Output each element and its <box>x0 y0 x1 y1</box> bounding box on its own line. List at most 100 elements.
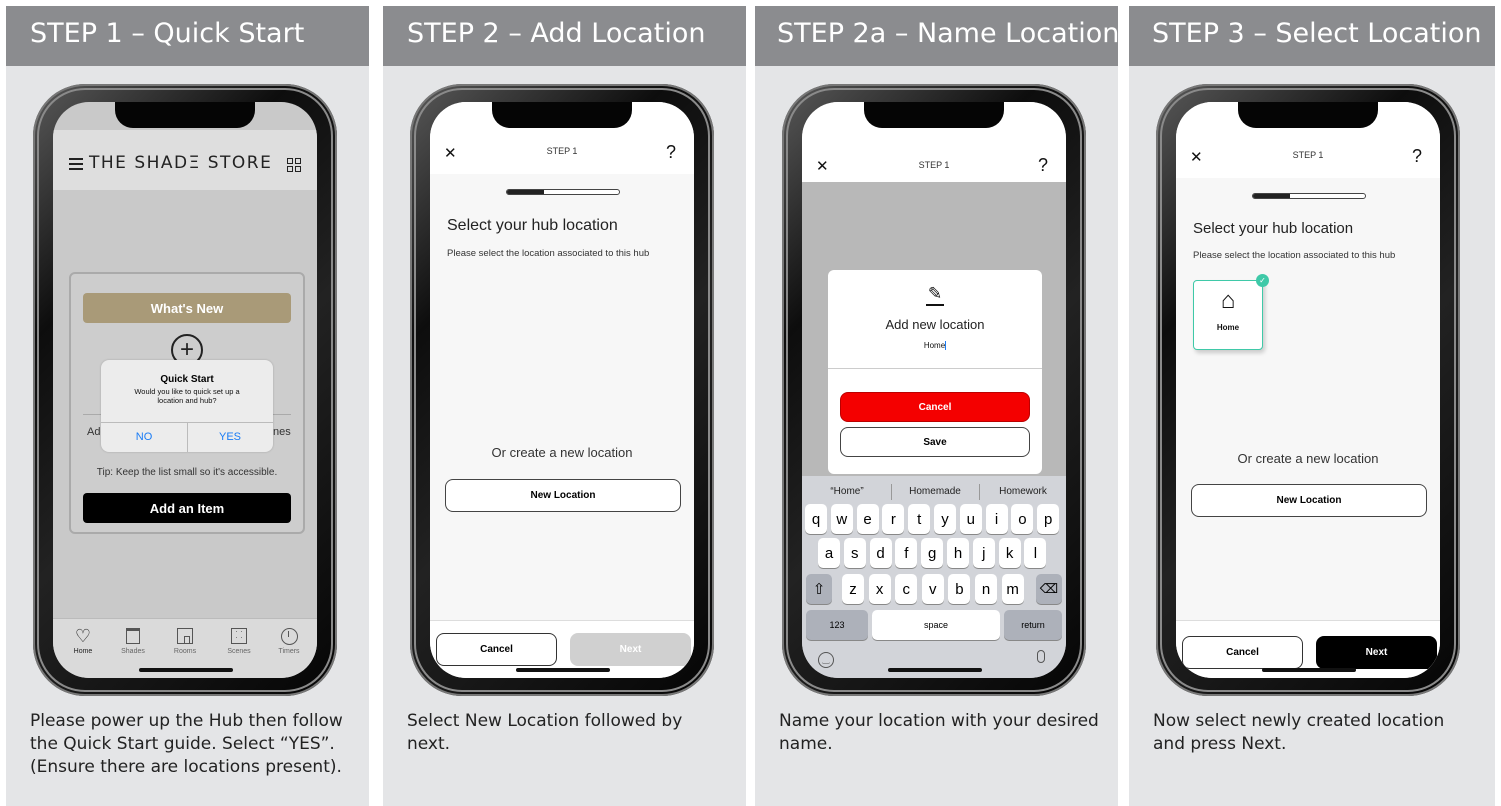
space-key[interactable]: space <box>872 610 1000 640</box>
yes-button[interactable]: YES <box>187 431 273 443</box>
key-j[interactable]: j <box>972 538 995 568</box>
menu-icon[interactable] <box>69 158 83 170</box>
delete-key[interactable]: ⌫ <box>1036 574 1062 604</box>
key-c[interactable]: c <box>895 574 918 604</box>
step-caption: Name your location with your desired nam… <box>779 711 1099 754</box>
help-icon[interactable]: ? <box>1038 155 1048 176</box>
numbers-key[interactable]: 123 <box>806 610 868 640</box>
key-h[interactable]: h <box>947 538 969 568</box>
key-p[interactable]: p <box>1037 504 1060 534</box>
step-panel-1: STEP 1 – Quick Start THE SHADΞ STORE Wha… <box>6 6 369 806</box>
key-a[interactable]: a <box>818 538 840 568</box>
no-button[interactable]: NO <box>101 431 187 443</box>
cancel-button[interactable]: Cancel <box>840 392 1030 422</box>
modal-divider <box>828 368 1042 369</box>
new-location-button[interactable]: New Location <box>445 479 681 512</box>
suggestion-3[interactable]: Homework <box>980 486 1066 497</box>
or-create-text: Or create a new location <box>491 445 633 460</box>
key-i[interactable]: i <box>985 504 1008 534</box>
phone-screen: ✕ STEP 1 ? ✎ Add new location Home Cance… <box>802 102 1066 678</box>
step-panel-3: STEP 2a – Name Location ✕ STEP 1 ? ✎ Add… <box>755 6 1118 806</box>
key-u[interactable]: u <box>959 504 982 534</box>
step-indicator: STEP 1 <box>546 146 578 156</box>
phone-notch <box>492 102 632 128</box>
location-name-input[interactable]: Home <box>828 341 1042 351</box>
step-caption: Now select newly created location and pr… <box>1153 711 1445 754</box>
cancel-button[interactable]: Cancel <box>436 633 557 666</box>
return-key[interactable]: return <box>1004 610 1062 640</box>
phone-screen: ✕ STEP 1 ? Select your hub location Plea… <box>430 102 694 678</box>
add-item-button[interactable]: Add an Item <box>83 493 291 523</box>
input-value: Home <box>923 341 946 350</box>
key-x[interactable]: x <box>868 574 891 604</box>
microphone-icon[interactable] <box>1037 650 1045 663</box>
key-v[interactable]: v <box>921 574 944 604</box>
panel-title-text: STEP 3 – Select Location <box>1152 18 1482 49</box>
tab-home[interactable]: ♡ Home <box>61 627 105 655</box>
emoji-icon[interactable]: ‿ <box>818 652 834 668</box>
panel-title-text: STEP 2 – Add Location <box>407 18 706 49</box>
panel-title: STEP 2a – Name Location <box>755 6 1118 66</box>
key-y[interactable]: y <box>934 504 956 534</box>
new-location-button[interactable]: New Location <box>1191 484 1427 517</box>
tab-label: Rooms <box>173 648 197 655</box>
tab-label: Scenes <box>227 648 251 655</box>
close-icon[interactable]: ✕ <box>444 144 457 162</box>
progress-fill <box>1253 194 1290 198</box>
tab-label: Timers <box>278 648 300 655</box>
key-m[interactable]: m <box>1001 574 1024 604</box>
help-icon[interactable]: ? <box>1412 146 1422 167</box>
key-k[interactable]: k <box>998 538 1021 568</box>
key-f[interactable]: f <box>895 538 918 568</box>
key-s[interactable]: s <box>843 538 866 568</box>
phone-frame: THE SHADΞ STORE What's New + Add nes Qui… <box>33 84 337 696</box>
location-tile-home[interactable]: ⌂ Home <box>1193 280 1263 350</box>
step-indicator: STEP 1 <box>918 160 950 170</box>
tab-scenes[interactable]: · · · · Scenes <box>217 628 261 656</box>
tab-rooms[interactable]: Rooms <box>163 628 207 655</box>
subheading: Please select the location associated to… <box>447 248 650 259</box>
next-button[interactable]: Next <box>570 633 691 666</box>
or-create-text: Or create a new location <box>1237 451 1379 466</box>
key-n[interactable]: n <box>975 574 997 604</box>
cancel-button[interactable]: Cancel <box>1182 636 1303 669</box>
subheading: Please select the location associated to… <box>1193 250 1396 261</box>
key-g[interactable]: g <box>921 538 944 568</box>
pencil-icon: ✎ <box>927 284 943 303</box>
grid-icon[interactable] <box>287 158 301 172</box>
key-t[interactable]: t <box>908 504 931 534</box>
key-l[interactable]: l <box>1024 538 1047 568</box>
close-icon[interactable]: ✕ <box>816 157 829 175</box>
next-button[interactable]: Next <box>1316 636 1437 669</box>
brand-logo: THE SHADΞ STORE <box>89 153 273 173</box>
suggestion-2[interactable]: Homemade <box>892 486 978 497</box>
key-d[interactable]: d <box>869 538 892 568</box>
key-q[interactable]: q <box>805 504 827 534</box>
clock-icon <box>280 628 298 645</box>
tab-shades[interactable]: Shades <box>111 628 155 655</box>
key-r[interactable]: r <box>882 504 905 534</box>
home-indicator <box>139 668 233 672</box>
panel-title: STEP 3 – Select Location <box>1129 6 1495 66</box>
modal-title: Add new location <box>885 317 985 332</box>
phone-screen: THE SHADΞ STORE What's New + Add nes Qui… <box>53 102 317 678</box>
phone-notch <box>864 102 1004 128</box>
tab-timers[interactable]: Timers <box>267 628 311 655</box>
scenes-icon: · · · · <box>231 628 247 644</box>
key-e[interactable]: e <box>856 504 879 534</box>
key-o[interactable]: o <box>1011 504 1034 534</box>
shift-key[interactable]: ⇧ <box>806 574 832 604</box>
pencil-underline <box>926 304 944 306</box>
whats-new-button[interactable]: What's New <box>83 293 291 323</box>
close-icon[interactable]: ✕ <box>1190 148 1203 166</box>
phone-notch <box>1238 102 1378 128</box>
help-icon[interactable]: ? <box>666 142 676 163</box>
panel-title: STEP 2 – Add Location <box>383 6 746 66</box>
home-indicator <box>1262 668 1356 672</box>
key-z[interactable]: z <box>842 574 864 604</box>
key-w[interactable]: w <box>830 504 853 534</box>
suggestion-1[interactable]: “Home” <box>804 486 890 497</box>
key-b[interactable]: b <box>948 574 971 604</box>
save-button[interactable]: Save <box>840 427 1030 457</box>
text-cursor <box>945 341 947 351</box>
